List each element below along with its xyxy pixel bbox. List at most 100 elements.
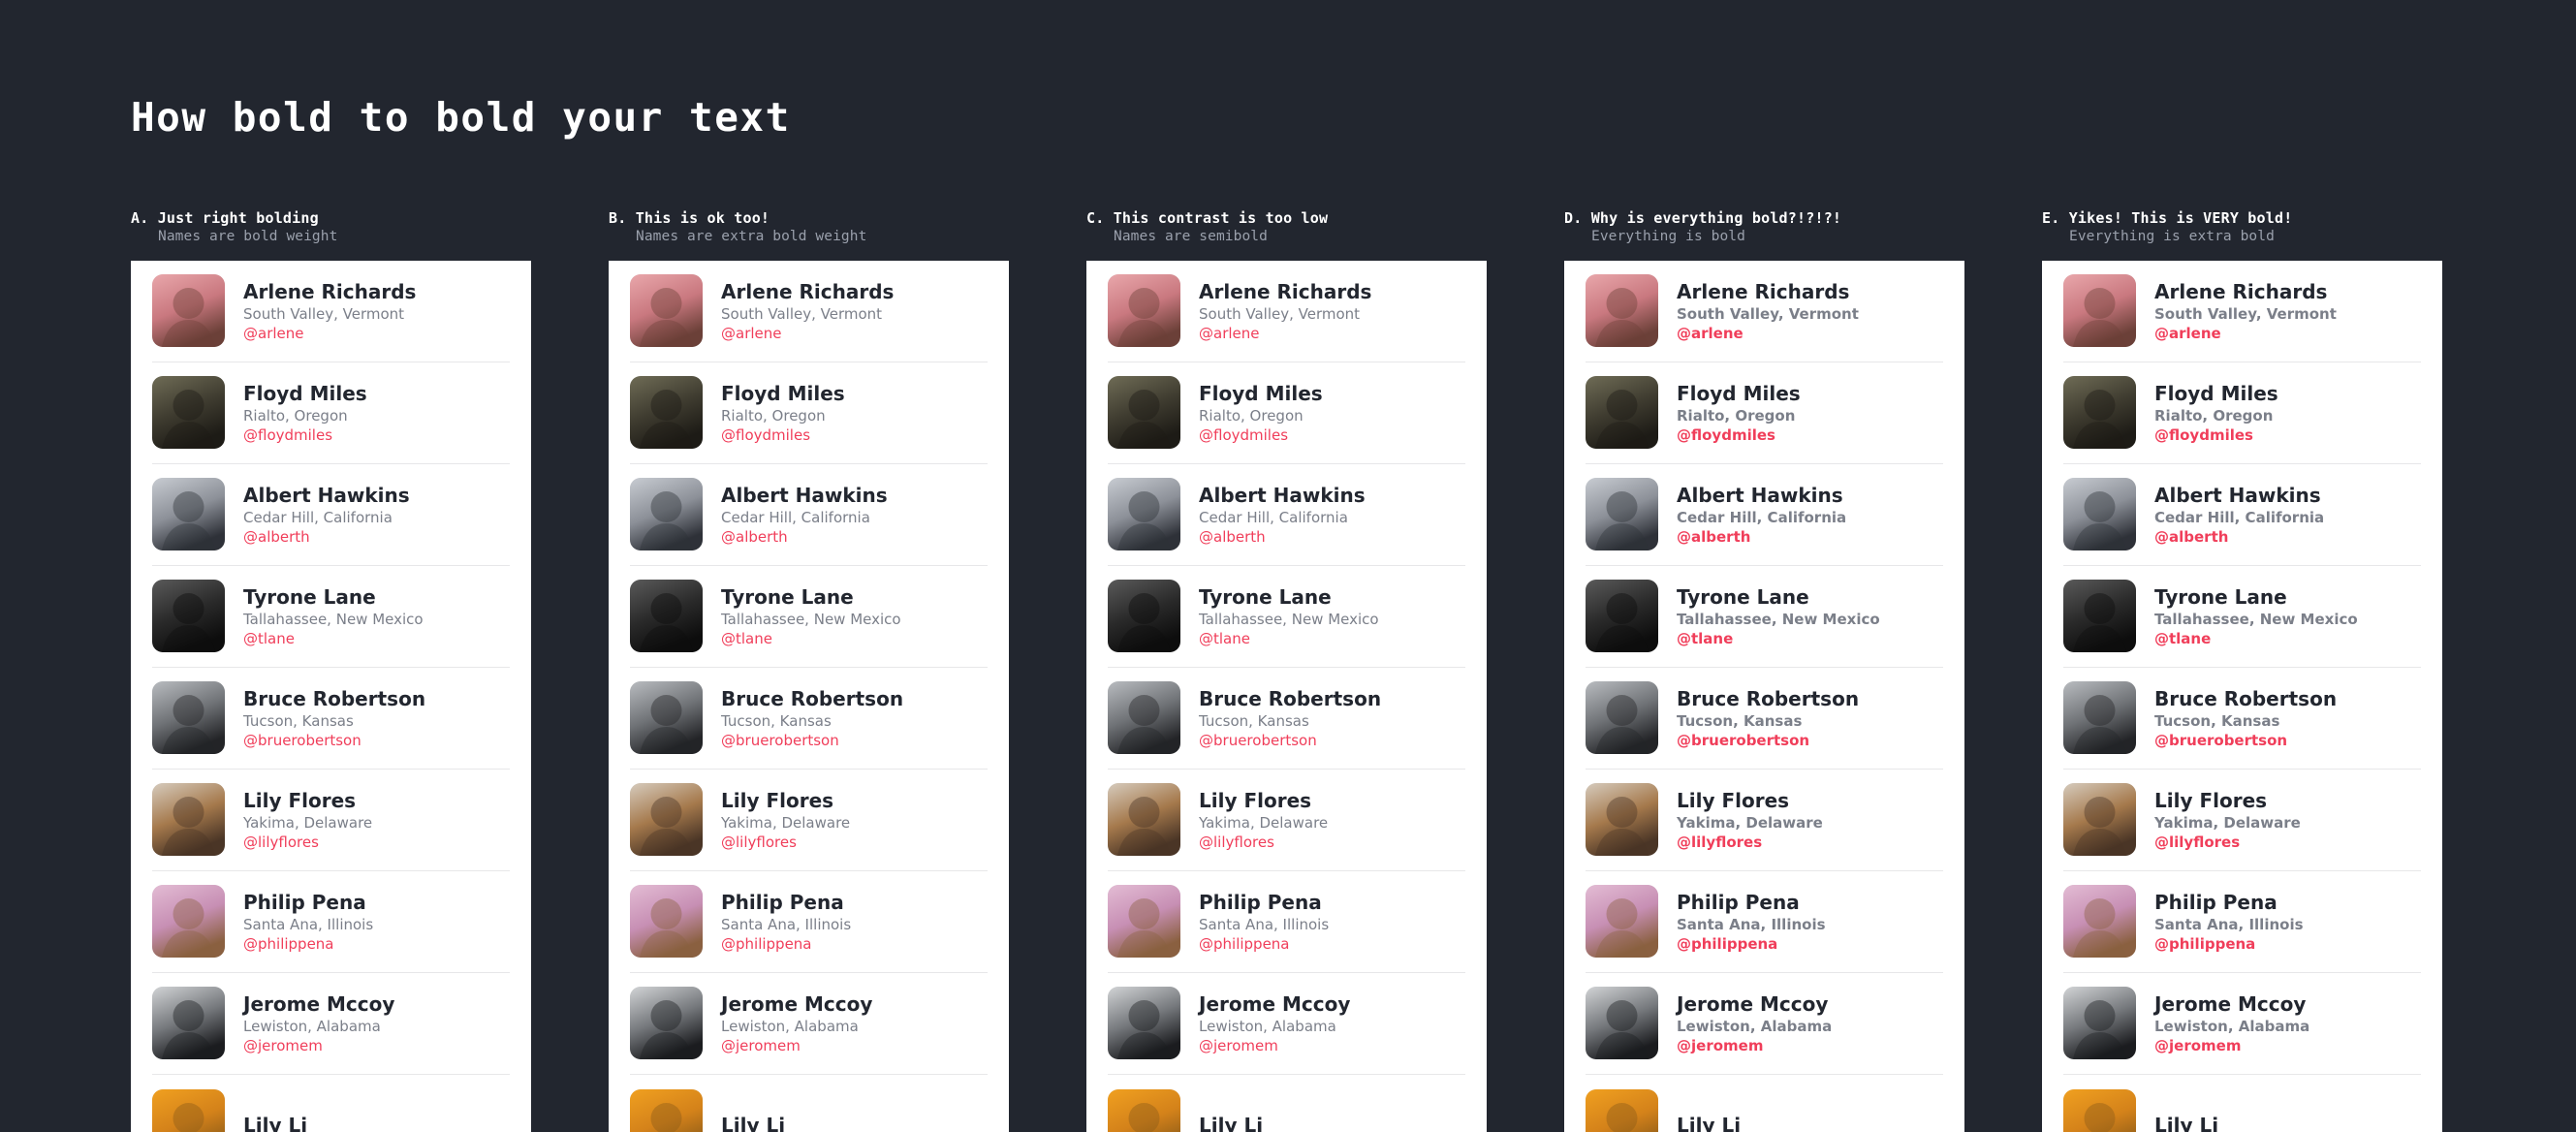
person-handle[interactable]: @arlene xyxy=(721,324,894,343)
person-meta: Floyd Miles Rialto, Oregon @floydmiles xyxy=(1677,381,1801,446)
person-handle[interactable]: @lilyflores xyxy=(1199,833,1328,852)
person-handle[interactable]: @arlene xyxy=(243,324,416,343)
person-handle[interactable]: @arlene xyxy=(1677,324,1859,343)
list-item[interactable]: Philip Pena Santa Ana, Illinois @philippen… xyxy=(2063,871,2421,973)
list-item[interactable]: Arlene Richards South Valley, Vermont @arl… xyxy=(1108,261,1465,362)
person-handle[interactable]: @philippena xyxy=(2154,934,2304,954)
page-title: How bold to bold your text xyxy=(131,94,791,141)
list-item[interactable]: Tyrone Lane Tallahassee, New Mexico @tlane xyxy=(630,566,988,668)
person-handle[interactable]: @lilyflores xyxy=(1677,833,1823,852)
list-item[interactable]: Jerome Mccoy Lewiston, Alabama @jeromem xyxy=(1108,973,1465,1075)
people-list-card: Arlene Richards South Valley, Vermont @arl… xyxy=(1564,260,1964,1132)
list-item[interactable]: Floyd Miles Rialto, Oregon @floydmiles xyxy=(630,362,988,464)
list-item[interactable]: Philip Pena Santa Ana, Illinois @philippen… xyxy=(630,871,988,973)
list-item[interactable]: Lily Li xyxy=(2063,1075,2421,1132)
list-item[interactable]: Floyd Miles Rialto, Oregon @floydmiles xyxy=(1108,362,1465,464)
list-item[interactable]: Lily Flores Yakima, Delaware @lilyflores xyxy=(1586,770,1943,871)
person-handle[interactable]: @arlene xyxy=(2154,324,2337,343)
list-item[interactable]: Arlene Richards South Valley, Vermont @arl… xyxy=(2063,261,2421,362)
person-handle[interactable]: @jeromem xyxy=(1199,1036,1350,1055)
person-handle[interactable]: @philippena xyxy=(243,934,373,954)
list-item[interactable]: Tyrone Lane Tallahassee, New Mexico @tlane xyxy=(1586,566,1943,668)
person-meta: Philip Pena Santa Ana, Illinois @philippen… xyxy=(243,890,373,955)
person-handle[interactable]: @tlane xyxy=(1199,629,1379,648)
list-item[interactable]: Floyd Miles Rialto, Oregon @floydmiles xyxy=(2063,362,2421,464)
person-handle[interactable]: @bruerobertson xyxy=(1677,731,1859,750)
list-item[interactable]: Lily Flores Yakima, Delaware @lilyflores xyxy=(630,770,988,871)
person-handle[interactable]: @philippena xyxy=(1199,934,1329,954)
person-handle[interactable]: @tlane xyxy=(2154,629,2358,648)
person-handle[interactable]: @alberth xyxy=(1677,527,1846,547)
person-handle[interactable]: @bruerobertson xyxy=(721,731,903,750)
person-handle[interactable]: @floydmiles xyxy=(721,425,845,445)
list-item[interactable]: Tyrone Lane Tallahassee, New Mexico @tlane xyxy=(152,566,510,668)
person-handle[interactable]: @tlane xyxy=(721,629,901,648)
person-handle[interactable]: @philippena xyxy=(1677,934,1826,954)
person-handle[interactable]: @lilyflores xyxy=(243,833,372,852)
list-item[interactable]: Jerome Mccoy Lewiston, Alabama @jeromem xyxy=(2063,973,2421,1075)
list-item[interactable]: Lily Flores Yakima, Delaware @lilyflores xyxy=(2063,770,2421,871)
person-handle[interactable]: @jeromem xyxy=(243,1036,394,1055)
list-item[interactable]: Philip Pena Santa Ana, Illinois @philippen… xyxy=(152,871,510,973)
person-handle[interactable]: @alberth xyxy=(243,527,410,547)
list-item[interactable]: Bruce Robertson Tucson, Kansas @bruerobert… xyxy=(1586,668,1943,770)
person-handle[interactable]: @alberth xyxy=(2154,527,2324,547)
person-location: Cedar Hill, California xyxy=(721,508,870,526)
list-item[interactable]: Arlene Richards South Valley, Vermont @arl… xyxy=(630,261,988,362)
people-list-card: Arlene Richards South Valley, Vermont @arl… xyxy=(1086,260,1487,1132)
person-meta: Arlene Richards South Valley, Vermont @arl… xyxy=(1677,279,1859,344)
list-item[interactable]: Tyrone Lane Tallahassee, New Mexico @tlane xyxy=(1108,566,1465,668)
person-handle[interactable]: @tlane xyxy=(243,629,424,648)
list-item[interactable]: Arlene Richards South Valley, Vermont @arl… xyxy=(1586,261,1943,362)
list-item[interactable]: Lily Flores Yakima, Delaware @lilyflores xyxy=(152,770,510,871)
list-item[interactable]: Bruce Robertson Tucson, Kansas @bruerobert… xyxy=(630,668,988,770)
person-handle[interactable]: @bruerobertson xyxy=(243,731,425,750)
list-item[interactable]: Arlene Richards South Valley, Vermont @arl… xyxy=(152,261,510,362)
person-handle[interactable]: @bruerobertson xyxy=(2154,731,2337,750)
person-location: Yakima, Delaware xyxy=(1677,813,1823,832)
person-handle[interactable]: @floydmiles xyxy=(1199,425,1323,445)
person-handle[interactable]: @floydmiles xyxy=(243,425,367,445)
person-handle[interactable]: @bruerobertson xyxy=(1199,731,1381,750)
person-location: Cedar Hill, California xyxy=(1677,508,1847,526)
list-item[interactable]: Albert Hawkins Cedar Hill, California @alb… xyxy=(152,464,510,566)
person-handle[interactable]: @philippena xyxy=(721,934,851,954)
list-item[interactable]: Lily Li xyxy=(1586,1075,1943,1132)
list-item[interactable]: Albert Hawkins Cedar Hill, California @alb… xyxy=(2063,464,2421,566)
person-handle[interactable]: @jeromem xyxy=(2154,1036,2309,1055)
list-item[interactable]: Lily Li xyxy=(1108,1075,1465,1132)
list-item[interactable]: Albert Hawkins Cedar Hill, California @alb… xyxy=(630,464,988,566)
person-handle[interactable]: @lilyflores xyxy=(2154,833,2301,852)
person-handle[interactable]: @jeromem xyxy=(1677,1036,1832,1055)
list-item[interactable]: Philip Pena Santa Ana, Illinois @philippen… xyxy=(1586,871,1943,973)
avatar xyxy=(1108,783,1180,857)
list-item[interactable]: Tyrone Lane Tallahassee, New Mexico @tlane xyxy=(2063,566,2421,668)
avatar xyxy=(1586,376,1658,450)
list-item[interactable]: Jerome Mccoy Lewiston, Alabama @jeromem xyxy=(630,973,988,1075)
list-item[interactable]: Lily Li xyxy=(152,1075,510,1132)
list-item[interactable]: Jerome Mccoy Lewiston, Alabama @jeromem xyxy=(1586,973,1943,1075)
list-item[interactable]: Bruce Robertson Tucson, Kansas @bruerobert… xyxy=(2063,668,2421,770)
list-item[interactable]: Lily Flores Yakima, Delaware @lilyflores xyxy=(1108,770,1465,871)
list-item[interactable]: Floyd Miles Rialto, Oregon @floydmiles xyxy=(152,362,510,464)
person-handle[interactable]: @floydmiles xyxy=(2154,425,2278,445)
list-item[interactable]: Albert Hawkins Cedar Hill, California @alb… xyxy=(1108,464,1465,566)
list-item[interactable]: Jerome Mccoy Lewiston, Alabama @jeromem xyxy=(152,973,510,1075)
person-location: Santa Ana, Illinois xyxy=(243,915,374,933)
list-item[interactable]: Albert Hawkins Cedar Hill, California @alb… xyxy=(1586,464,1943,566)
person-handle[interactable]: @tlane xyxy=(1677,629,1880,648)
person-handle[interactable]: @alberth xyxy=(721,527,888,547)
person-handle[interactable]: @lilyflores xyxy=(721,833,850,852)
person-handle[interactable]: @arlene xyxy=(1199,324,1371,343)
avatar xyxy=(1108,274,1180,348)
person-handle[interactable]: @floydmiles xyxy=(1677,425,1801,445)
list-item[interactable]: Philip Pena Santa Ana, Illinois @philippen… xyxy=(1108,871,1465,973)
person-location: Tallahassee, New Mexico xyxy=(2154,610,2358,628)
person-handle[interactable]: @alberth xyxy=(1199,527,1366,547)
list-item[interactable]: Lily Li xyxy=(630,1075,988,1132)
person-handle[interactable]: @jeromem xyxy=(721,1036,872,1055)
list-item[interactable]: Bruce Robertson Tucson, Kansas @bruerobert… xyxy=(1108,668,1465,770)
list-item[interactable]: Floyd Miles Rialto, Oregon @floydmiles xyxy=(1586,362,1943,464)
person-meta: Arlene Richards South Valley, Vermont @arl… xyxy=(243,279,416,344)
list-item[interactable]: Bruce Robertson Tucson, Kansas @bruerobert… xyxy=(152,668,510,770)
